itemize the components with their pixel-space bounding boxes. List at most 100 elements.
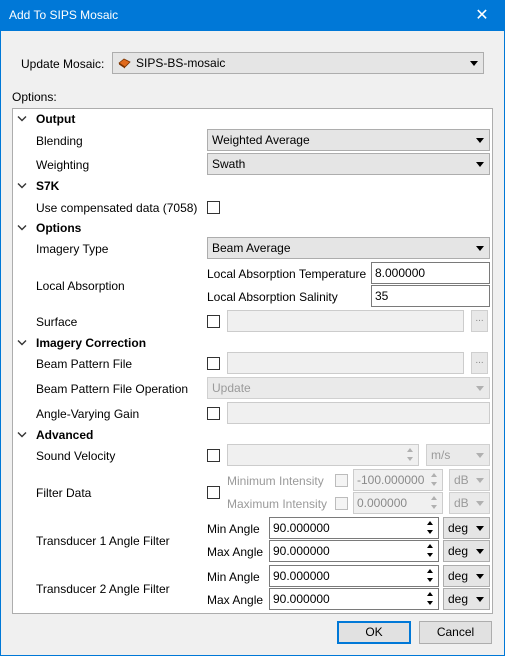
spin-down-icon <box>427 601 433 605</box>
min-intensity-label: Minimum Intensity <box>227 474 324 488</box>
close-icon[interactable]: ✕ <box>459 0 505 31</box>
spin-down-icon <box>431 482 437 486</box>
weighting-select[interactable]: Swath <box>207 153 490 175</box>
sound-velocity-unit-select[interactable]: m/s <box>426 444 490 466</box>
t2-max-angle-label: Max Angle <box>207 593 264 607</box>
spin-down-icon <box>431 505 437 509</box>
spin-up-icon <box>427 521 433 525</box>
section-s7k: S7K <box>36 179 60 193</box>
window-title: Add To SIPS Mosaic <box>9 8 119 22</box>
t2-min-angle-label: Min Angle <box>207 570 260 584</box>
t2-min-angle-unit: deg <box>448 569 469 583</box>
local-absorption-label: Local Absorption <box>36 279 125 293</box>
sound-velocity-label: Sound Velocity <box>36 449 116 463</box>
local-absorption-salinity-label: Local Absorption Salinity <box>207 290 338 304</box>
max-intensity-value: 0.000000 <box>357 496 408 510</box>
t1-min-angle-spinbox[interactable]: 90.000000 <box>269 517 439 539</box>
spin-buttons[interactable] <box>424 519 437 537</box>
beam-pattern-file-label: Beam Pattern File <box>36 357 133 371</box>
angle-varying-gain-checkbox[interactable] <box>207 407 220 420</box>
t1-max-angle-label: Max Angle <box>207 545 264 559</box>
beam-pattern-op-label: Beam Pattern File Operation <box>36 382 189 396</box>
spin-up-icon <box>427 592 433 596</box>
use-compensated-checkbox[interactable] <box>207 201 220 214</box>
chevron-down-icon <box>476 386 484 391</box>
transducer2-angle-filter-label: Transducer 2 Angle Filter <box>36 582 170 596</box>
min-intensity-spinbox[interactable]: -100.000000 <box>353 469 443 491</box>
chevron-down-icon <box>476 138 484 143</box>
t2-min-angle-spinbox[interactable]: 90.000000 <box>269 565 439 587</box>
angle-varying-gain-label: Angle-Varying Gain <box>36 407 140 421</box>
section-options: Options <box>36 221 82 235</box>
blending-label: Blending <box>36 134 83 148</box>
max-intensity-checkbox[interactable] <box>335 497 348 510</box>
imagery-type-value: Beam Average <box>212 241 291 255</box>
chevron-down-icon[interactable] <box>17 431 27 439</box>
weighting-value: Swath <box>212 157 246 171</box>
chevron-down-icon <box>470 61 478 66</box>
sound-velocity-unit: m/s <box>431 448 451 462</box>
t1-max-angle-spinbox[interactable]: 90.000000 <box>269 540 439 562</box>
transducer1-angle-filter-label: Transducer 1 Angle Filter <box>36 534 170 548</box>
spin-buttons[interactable] <box>428 494 441 512</box>
t2-min-angle-unit-select[interactable]: deg <box>443 565 490 587</box>
beam-pattern-browse-button[interactable]: ... <box>471 352 488 374</box>
t2-max-angle-spinbox[interactable]: 90.000000 <box>269 588 439 610</box>
spin-buttons[interactable] <box>424 590 437 608</box>
t1-min-angle-unit: deg <box>448 521 469 535</box>
spin-down-icon <box>427 553 433 557</box>
cancel-button[interactable]: Cancel <box>419 621 492 644</box>
ok-button[interactable]: OK <box>337 621 411 644</box>
chevron-down-icon <box>476 246 484 251</box>
options-label: Options: <box>12 90 57 104</box>
local-absorption-salinity-input[interactable]: 35 <box>371 285 490 307</box>
t1-max-angle-value: 90.000000 <box>273 544 330 558</box>
beam-pattern-file-checkbox[interactable] <box>207 357 220 370</box>
sound-velocity-checkbox[interactable] <box>207 449 220 462</box>
weighting-label: Weighting <box>36 158 90 172</box>
max-intensity-unit-select[interactable]: dB <box>449 492 490 514</box>
min-intensity-unit-select[interactable]: dB <box>449 469 490 491</box>
chevron-down-icon[interactable] <box>17 339 27 347</box>
chevron-down-icon[interactable] <box>17 224 27 232</box>
spin-buttons[interactable] <box>424 567 437 585</box>
blending-select[interactable]: Weighted Average <box>207 129 490 151</box>
update-mosaic-select[interactable]: SIPS-BS-mosaic <box>112 52 484 74</box>
t1-max-angle-unit: deg <box>448 544 469 558</box>
angle-varying-gain-input[interactable] <box>227 402 490 424</box>
beam-pattern-file-input[interactable] <box>227 352 464 374</box>
local-absorption-temperature-input[interactable]: 8.000000 <box>371 262 490 284</box>
surface-label: Surface <box>36 315 78 329</box>
local-absorption-temperature-value: 8.000000 <box>375 266 426 280</box>
beam-pattern-op-value: Update <box>212 381 251 395</box>
spin-up-icon <box>431 496 437 500</box>
chevron-down-icon <box>476 574 484 579</box>
sound-velocity-spinbox[interactable] <box>227 444 419 466</box>
update-mosaic-label: Update Mosaic: <box>21 57 105 71</box>
beam-pattern-op-select[interactable]: Update <box>207 377 490 399</box>
filter-data-checkbox[interactable] <box>207 486 220 499</box>
min-intensity-checkbox[interactable] <box>335 474 348 487</box>
section-imagery-correction: Imagery Correction <box>36 336 147 350</box>
chevron-down-icon <box>476 549 484 554</box>
spin-buttons[interactable] <box>424 542 437 560</box>
surface-browse-button[interactable]: ... <box>471 310 488 332</box>
surface-input[interactable] <box>227 310 464 332</box>
chevron-down-icon <box>476 478 484 483</box>
min-intensity-value: -100.000000 <box>357 473 425 487</box>
chevron-down-icon[interactable] <box>17 115 27 123</box>
chevron-down-icon[interactable] <box>17 182 27 190</box>
t2-max-angle-unit-select[interactable]: deg <box>443 588 490 610</box>
spin-buttons[interactable] <box>404 446 417 464</box>
spin-buttons[interactable] <box>428 471 441 489</box>
spin-down-icon <box>407 457 413 461</box>
min-intensity-unit: dB <box>454 473 469 487</box>
imagery-type-select[interactable]: Beam Average <box>207 237 490 259</box>
spin-up-icon <box>431 473 437 477</box>
surface-checkbox[interactable] <box>207 315 220 328</box>
blending-value: Weighted Average <box>212 133 310 147</box>
t2-max-angle-unit: deg <box>448 592 469 606</box>
t1-min-angle-unit-select[interactable]: deg <box>443 517 490 539</box>
max-intensity-spinbox[interactable]: 0.000000 <box>353 492 443 514</box>
t1-max-angle-unit-select[interactable]: deg <box>443 540 490 562</box>
